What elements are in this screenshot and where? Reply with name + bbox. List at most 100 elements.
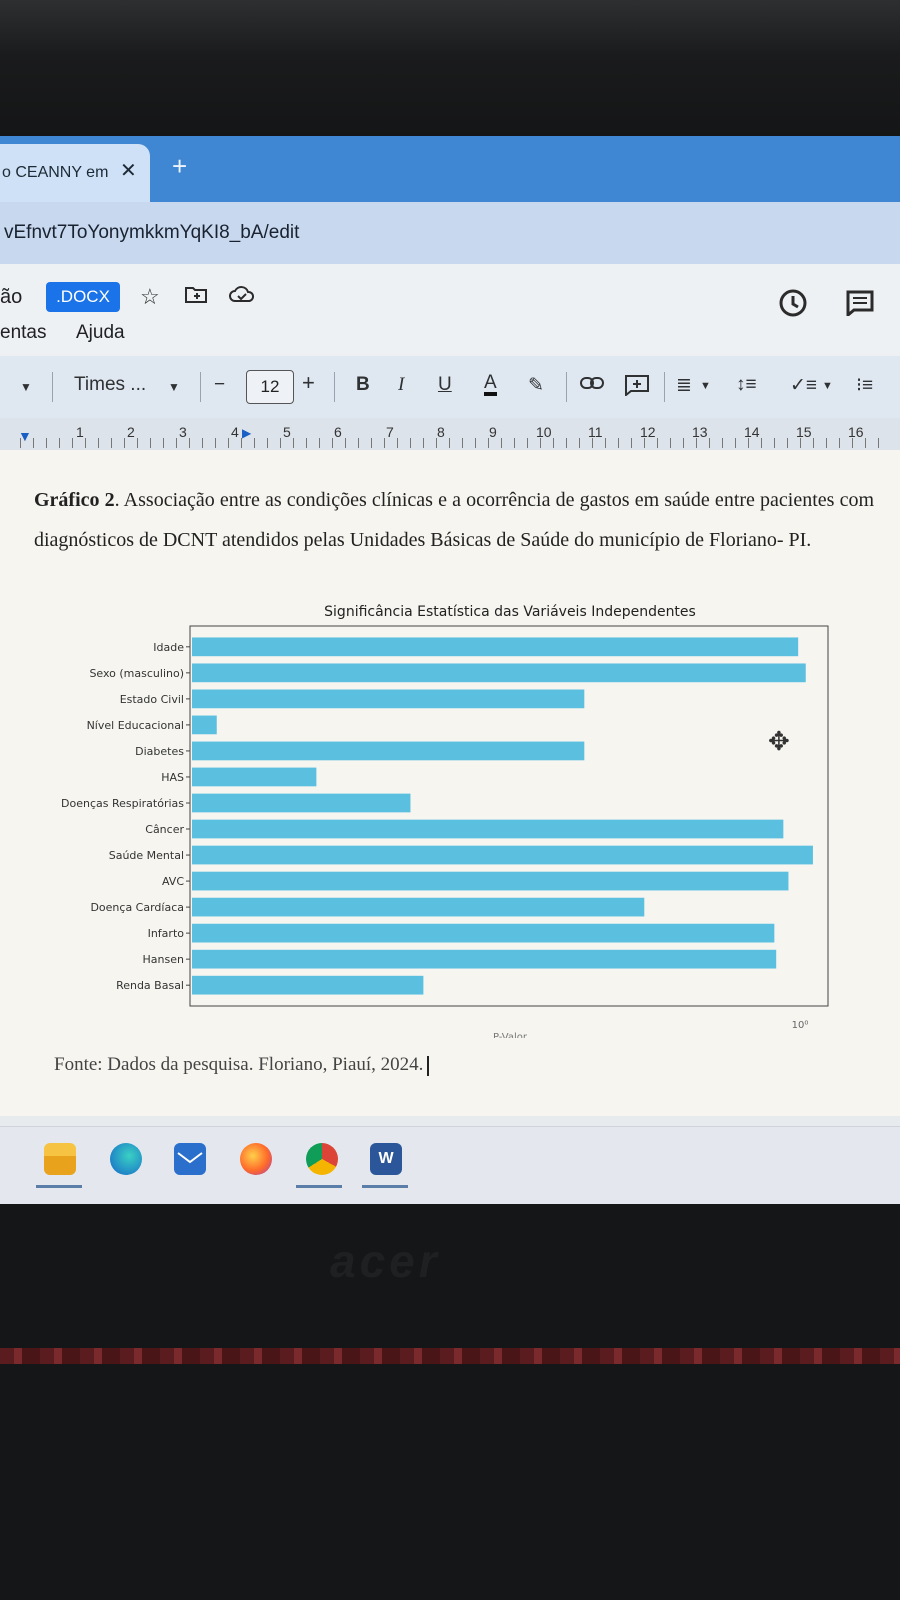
ruler-number: 12 bbox=[640, 424, 656, 440]
cloud-status-icon[interactable] bbox=[228, 284, 256, 310]
bold-button[interactable]: B bbox=[356, 374, 370, 396]
ruler-number: 15 bbox=[796, 424, 812, 440]
y-tick-label: Doenças Respiratórias bbox=[61, 797, 184, 810]
bar bbox=[192, 975, 424, 995]
chevron-down-icon[interactable]: ▼ bbox=[168, 380, 180, 394]
bar bbox=[192, 741, 585, 761]
y-tick-label: Infarto bbox=[148, 927, 185, 940]
star-icon[interactable]: ☆ bbox=[140, 284, 160, 310]
edge-icon[interactable] bbox=[110, 1143, 142, 1175]
caption-label: Gráfico 2 bbox=[34, 489, 115, 511]
text-cursor bbox=[427, 1055, 430, 1076]
y-tick-label: Saúde Mental bbox=[109, 849, 184, 862]
bar bbox=[192, 715, 217, 735]
brand-logo: acer bbox=[330, 1235, 441, 1287]
bar bbox=[192, 871, 789, 891]
checklist-icon[interactable]: ✓≡ bbox=[790, 374, 817, 397]
chart-title: Significância Estatística das Variáveis … bbox=[324, 604, 696, 620]
ruler-number: 16 bbox=[848, 424, 864, 440]
toolbar-divider bbox=[664, 372, 665, 402]
toolbar-divider bbox=[566, 372, 567, 402]
mail-icon[interactable] bbox=[174, 1143, 206, 1175]
ruler-number: 2 bbox=[127, 424, 135, 440]
chevron-down-icon[interactable]: ▼ bbox=[700, 380, 711, 392]
active-app-indicator bbox=[36, 1185, 82, 1188]
increase-font-size-button[interactable]: + bbox=[302, 370, 315, 396]
docx-badge: .DOCX bbox=[46, 282, 120, 312]
y-tick-label: Estado Civil bbox=[120, 693, 184, 706]
text-color-button[interactable]: A bbox=[484, 373, 497, 396]
bar bbox=[192, 923, 775, 943]
firefox-icon[interactable] bbox=[240, 1143, 272, 1175]
ruler-number: 13 bbox=[692, 424, 708, 440]
document-title[interactable]: ão bbox=[0, 286, 22, 309]
link-icon[interactable] bbox=[580, 374, 604, 396]
ruler: ▼ 1 2 3 4 ▶ 5 6 7 8 9 10 11 12 13 14 15 … bbox=[0, 418, 900, 451]
tab-title: o CEANNY em bbox=[2, 164, 109, 181]
bar bbox=[192, 819, 784, 839]
bar bbox=[192, 845, 813, 865]
y-tick-label: HAS bbox=[161, 771, 184, 784]
active-app-indicator bbox=[362, 1185, 408, 1188]
chevron-down-icon[interactable]: ▼ bbox=[20, 380, 32, 394]
ruler-number: 5 bbox=[283, 424, 291, 440]
add-comment-icon[interactable] bbox=[624, 374, 650, 402]
address-bar[interactable]: vEfnvt7ToYonymkkmYqKI8_bA/edit bbox=[0, 202, 900, 264]
italic-button[interactable]: I bbox=[398, 374, 404, 396]
underline-button[interactable]: U bbox=[438, 374, 452, 396]
screen: o CEANNY em ✕ + vEfnvt7ToYonymkkmYqKI8_b… bbox=[0, 136, 900, 1204]
ruler-number: 3 bbox=[179, 424, 187, 440]
docs-header: ão .DOCX ☆ entas Ajuda bbox=[0, 264, 900, 356]
new-tab-button[interactable]: + bbox=[172, 153, 187, 179]
laptop-bezel-top bbox=[0, 0, 900, 140]
ruler-number: 4 bbox=[231, 424, 239, 440]
indent-marker-icon[interactable]: ▶ bbox=[242, 426, 251, 440]
x-axis-label: P-Valor bbox=[493, 1032, 528, 1038]
align-icon[interactable]: ≣ bbox=[676, 374, 692, 397]
toolbar-divider bbox=[200, 372, 201, 402]
figure-caption[interactable]: Gráfico 2. Associação entre as condições… bbox=[34, 480, 874, 560]
file-explorer-icon[interactable] bbox=[44, 1143, 76, 1175]
source-text: Fonte: Dados da pesquisa. Floriano, Piau… bbox=[54, 1054, 424, 1075]
browser-tab-strip: o CEANNY em ✕ + bbox=[0, 136, 900, 202]
move-folder-icon[interactable] bbox=[184, 284, 208, 310]
font-family-select[interactable]: Times ... bbox=[74, 374, 146, 396]
bar bbox=[192, 689, 585, 709]
figure-source[interactable]: Fonte: Dados da pesquisa. Floriano, Piau… bbox=[54, 1054, 430, 1076]
font-size-input[interactable]: 12 bbox=[246, 370, 294, 404]
line-spacing-icon[interactable]: ↕≡ bbox=[736, 374, 757, 396]
word-icon[interactable]: W bbox=[370, 1143, 402, 1175]
bulleted-list-icon[interactable]: ⁝≡ bbox=[856, 374, 873, 397]
bar bbox=[192, 793, 411, 813]
plot-frame bbox=[189, 625, 829, 1007]
menu-item-ferramentas[interactable]: entas bbox=[0, 322, 46, 344]
url-text[interactable]: vEfnvt7ToYonymkkmYqKI8_bA/edit bbox=[4, 222, 299, 244]
bar bbox=[192, 637, 799, 657]
taskbar: W bbox=[0, 1126, 900, 1204]
ruler-number: 8 bbox=[437, 424, 445, 440]
ruler-number: 7 bbox=[386, 424, 394, 440]
chevron-down-icon[interactable]: ▼ bbox=[822, 380, 833, 392]
x-tick-label: 10⁰ bbox=[792, 1020, 809, 1031]
ruler-number: 6 bbox=[334, 424, 342, 440]
y-tick-label: Diabetes bbox=[135, 745, 184, 758]
browser-tab[interactable]: o CEANNY em ✕ bbox=[0, 144, 150, 202]
close-icon[interactable]: ✕ bbox=[120, 158, 137, 183]
decrease-font-size-button[interactable]: − bbox=[214, 374, 225, 396]
ruler-number: 10 bbox=[536, 424, 552, 440]
laptop-hinge-stripe bbox=[0, 1348, 900, 1364]
menu-item-ajuda[interactable]: Ajuda bbox=[76, 322, 125, 344]
y-tick-label: Hansen bbox=[143, 953, 184, 966]
y-tick-label: Doença Cardíaca bbox=[90, 901, 184, 914]
caption-text: . Associação entre as condições clínicas… bbox=[34, 489, 874, 551]
version-history-icon[interactable] bbox=[778, 288, 808, 324]
toolbar-divider bbox=[52, 372, 53, 402]
document-page[interactable]: Gráfico 2. Associação entre as condições… bbox=[0, 450, 900, 1116]
chart-figure[interactable]: Significância Estatística das Variáveis … bbox=[40, 598, 870, 1043]
bar bbox=[192, 897, 645, 917]
y-tick-label: Renda Basal bbox=[116, 979, 184, 992]
chrome-icon[interactable] bbox=[306, 1143, 338, 1175]
move-handle-icon[interactable]: ✥ bbox=[768, 726, 790, 757]
highlight-pen-icon[interactable]: ✎ bbox=[528, 374, 544, 397]
comments-icon[interactable] bbox=[846, 290, 874, 322]
